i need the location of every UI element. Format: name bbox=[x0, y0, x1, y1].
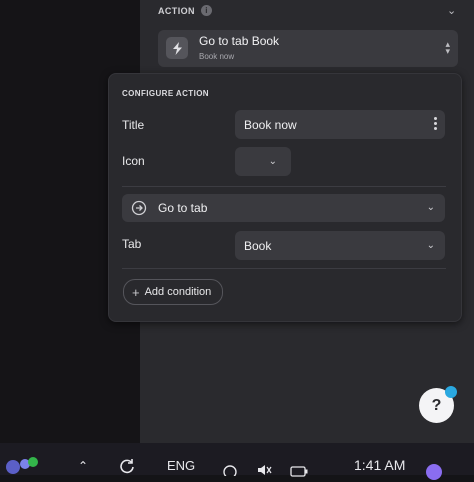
help-label: ? bbox=[431, 396, 442, 414]
volume-icon[interactable] bbox=[256, 463, 272, 481]
plus-icon: + bbox=[132, 284, 140, 300]
action-header-label: ACTION bbox=[158, 5, 195, 16]
configure-action-popover: CONFIGURE ACTION Title Book now Icon ⌄ G… bbox=[108, 73, 462, 322]
action-type-select[interactable]: Go to tab ⌄ bbox=[122, 194, 445, 222]
action-selector[interactable]: Go to tab Book Book now ▴ ▾ bbox=[158, 30, 458, 67]
title-field[interactable]: Book now bbox=[235, 110, 445, 139]
title-field-value: Book now bbox=[244, 118, 297, 132]
action-selector-subtitle: Book now bbox=[199, 52, 235, 61]
language-indicator[interactable]: ENG bbox=[167, 458, 195, 473]
tab-select[interactable]: Book ⌄ bbox=[235, 231, 445, 260]
chevron-down-icon[interactable]: ⌄ bbox=[447, 4, 456, 17]
action-selector-title: Go to tab Book bbox=[199, 34, 280, 48]
bolt-icon bbox=[166, 37, 188, 59]
configure-action-title: CONFIGURE ACTION bbox=[122, 89, 209, 98]
icon-label: Icon bbox=[122, 154, 145, 168]
arrow-circle-icon bbox=[131, 200, 147, 216]
battery-icon[interactable] bbox=[290, 464, 308, 482]
teams-icon[interactable] bbox=[3, 455, 39, 480]
more-options-icon[interactable] bbox=[434, 117, 437, 130]
info-icon[interactable]: i bbox=[200, 5, 212, 16]
chevron-down-icon: ⌄ bbox=[268, 156, 277, 167]
tab-label: Tab bbox=[122, 237, 142, 251]
title-label: Title bbox=[122, 118, 145, 132]
chevron-down-icon: ⌄ bbox=[426, 202, 435, 213]
chevron-down-icon: ⌄ bbox=[426, 240, 435, 251]
add-condition-button[interactable]: + Add condition bbox=[123, 279, 224, 305]
taskbar: ⌃ ENG 1:41 AM bbox=[0, 443, 474, 480]
chevron-up-icon[interactable]: ⌃ bbox=[78, 459, 88, 473]
network-icon[interactable] bbox=[222, 463, 238, 481]
refresh-icon[interactable] bbox=[118, 457, 136, 480]
action-type-value: Go to tab bbox=[158, 201, 208, 215]
notification-badge bbox=[445, 386, 457, 398]
action-section-header: ACTION i bbox=[158, 5, 212, 16]
divider bbox=[122, 268, 446, 269]
icon-picker[interactable]: ⌄ bbox=[235, 147, 291, 176]
notification-center-icon[interactable] bbox=[426, 464, 442, 480]
updown-chevron-icon: ▴ ▾ bbox=[445, 39, 450, 56]
add-condition-label: Add condition bbox=[144, 286, 212, 298]
clock-time[interactable]: 1:41 AM bbox=[354, 457, 405, 473]
divider bbox=[122, 186, 446, 187]
tab-select-value: Book bbox=[244, 239, 272, 253]
